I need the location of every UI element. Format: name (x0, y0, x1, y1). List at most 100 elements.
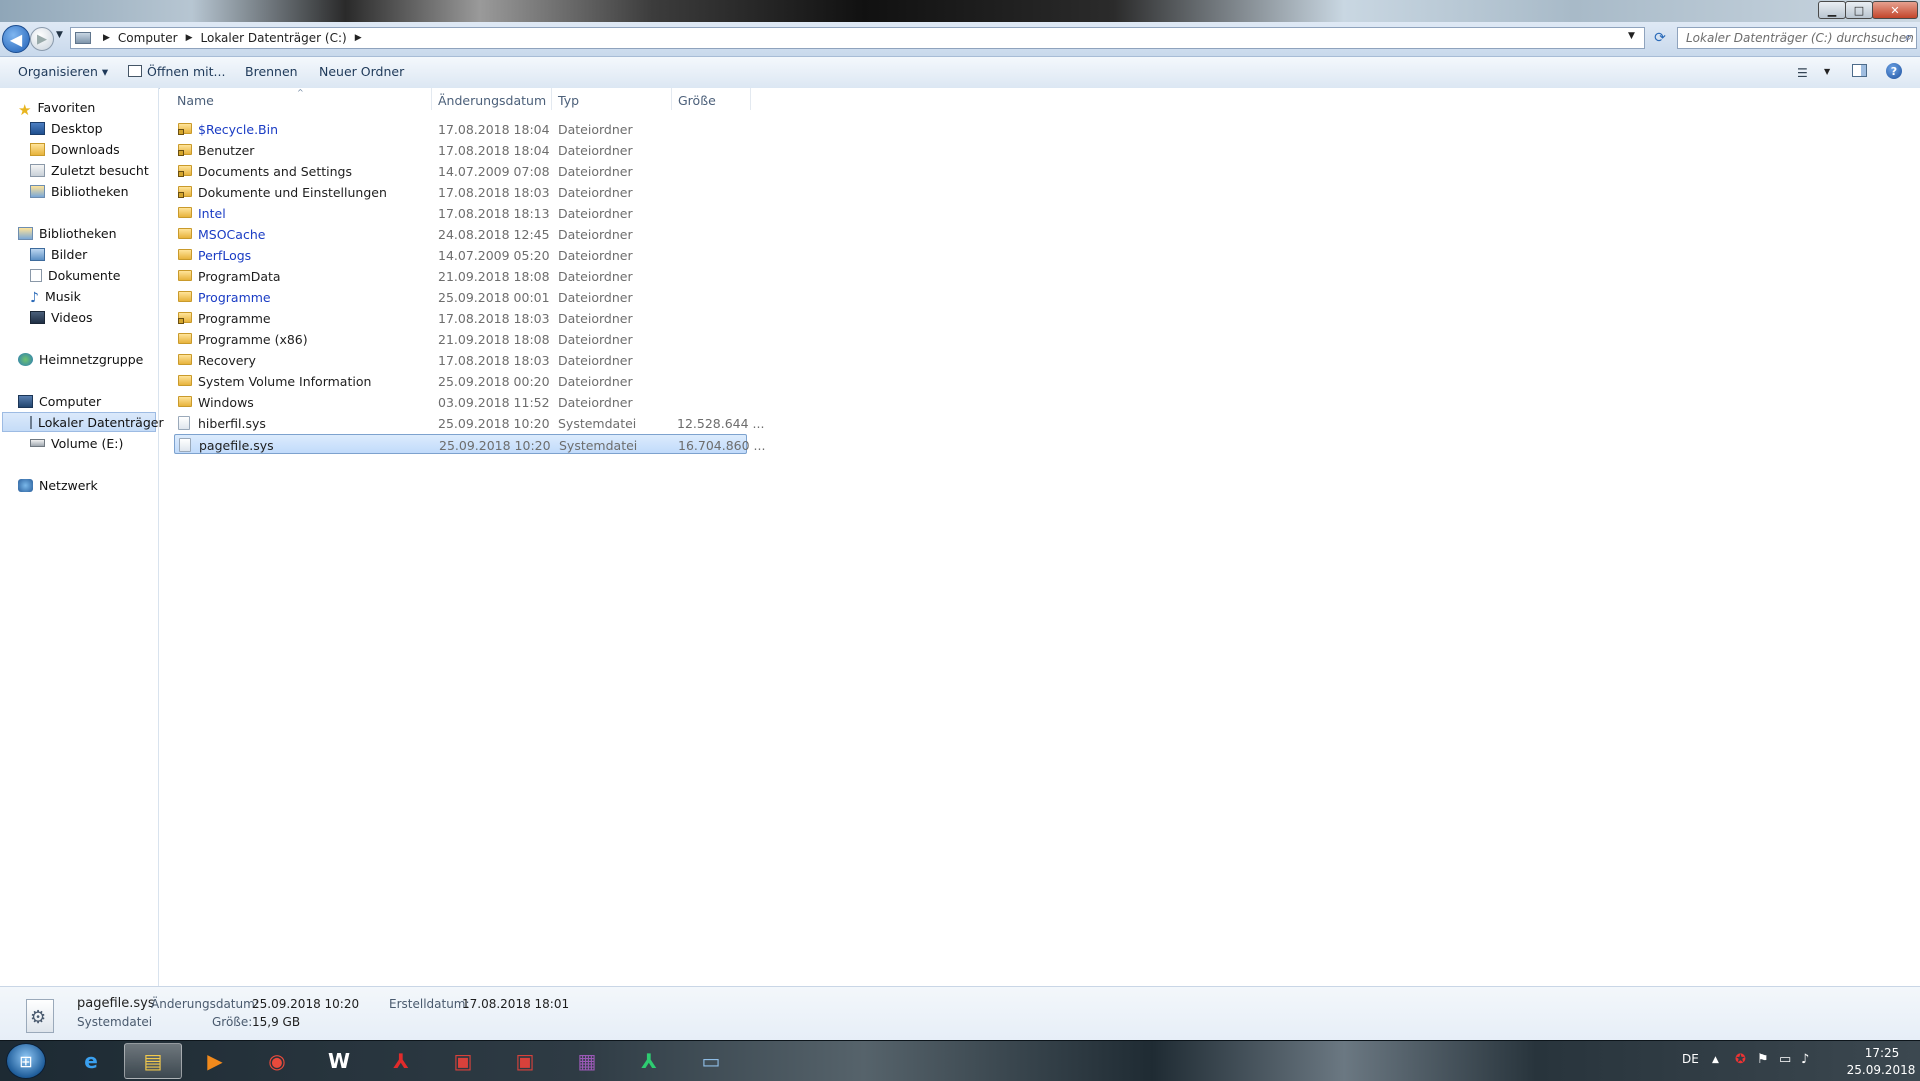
file-type: Dateiordner (558, 185, 633, 200)
taskbar-app-toolbox-2[interactable]: ▣ (496, 1043, 554, 1079)
taskbar-app-internet-explorer[interactable]: e (62, 1043, 120, 1079)
nav-recent[interactable]: Zuletzt besucht (30, 160, 149, 180)
nav-local-disk-c[interactable]: Lokaler Datenträger (2, 412, 164, 432)
clock-date[interactable]: 25.09.2018 (1846, 1063, 1916, 1077)
nav-downloads[interactable]: Downloads (30, 139, 120, 159)
file-row[interactable]: Programme 25.09.2018 00:01 Dateiordner (174, 287, 747, 307)
file-row[interactable]: ProgramData 21.09.2018 18:08 Dateiordner (174, 266, 747, 286)
breadcrumb-separator[interactable]: ▶ (355, 33, 362, 43)
file-name: Dokumente und Einstellungen (198, 185, 387, 200)
file-row[interactable]: Documents and Settings 14.07.2009 07:08 Da… (174, 161, 747, 181)
taskbar-app-media-player[interactable]: ▶ (186, 1043, 244, 1079)
view-options-dropdown[interactable]: ▼ (1824, 67, 1830, 76)
taskbar-app-chrome[interactable]: ◉ (248, 1043, 306, 1079)
details-modified-label: Änderungsdatum: (151, 997, 259, 1011)
file-row[interactable]: MSOCache 24.08.2018 12:45 Dateiordner (174, 224, 747, 244)
nav-label: Bilder (51, 246, 88, 262)
taskbar-app-toolbox-1[interactable]: ▣ (434, 1043, 492, 1079)
file-row[interactable]: Windows 03.09.2018 11:52 Dateiordner (174, 392, 747, 412)
file-row[interactable]: PerfLogs 14.07.2009 05:20 Dateiordner (174, 245, 747, 265)
open-with-button[interactable]: Öffnen mit... (128, 64, 225, 79)
nav-volume-e[interactable]: Volume (E:) (30, 433, 123, 453)
column-date[interactable]: Änderungsdatum (438, 93, 546, 108)
network-tray-icon[interactable]: ▭ (1779, 1052, 1791, 1067)
back-button[interactable]: ◀ (2, 25, 30, 53)
file-row[interactable]: System Volume Information 25.09.2018 00:2… (174, 371, 747, 391)
file-type: Dateiordner (558, 143, 633, 158)
file-date: 25.09.2018 10:20 (438, 416, 550, 431)
organize-button[interactable]: Organisieren ▾ (18, 64, 108, 79)
star-icon: ★ (18, 100, 32, 119)
file-date: 17.08.2018 18:03 (438, 311, 550, 326)
file-row[interactable]: Dokumente und Einstellungen 17.08.2018 18… (174, 182, 747, 202)
file-row[interactable]: hiberfil.sys 25.09.2018 10:20 Systemdatei 1… (174, 413, 764, 433)
computer-icon (18, 394, 33, 408)
forward-button[interactable]: ▶ (30, 27, 54, 51)
nav-network[interactable]: Netzwerk (18, 475, 98, 495)
taskbar-app-acrobat[interactable]: ⅄ (372, 1043, 430, 1079)
nav-music[interactable]: ♪ Musik (30, 286, 81, 306)
breadcrumb-local-disk[interactable]: Lokaler Datenträger (C:) (201, 31, 347, 45)
file-row[interactable]: Recovery 17.08.2018 18:03 Dateiordner (174, 350, 747, 370)
search-input[interactable]: Lokaler Datenträger (C:) durchsuchen ⌕ (1677, 27, 1917, 49)
antivirus-tray-icon[interactable]: ✪ (1735, 1052, 1746, 1067)
nav-pictures[interactable]: Bilder (30, 244, 87, 264)
file-row[interactable]: Intel 17.08.2018 18:13 Dateiordner (174, 203, 747, 223)
nav-homegroup[interactable]: Heimnetzgruppe (18, 349, 143, 369)
taskbar-app-winrar[interactable]: ▦ (558, 1043, 616, 1079)
nav-desktop[interactable]: Desktop (30, 118, 103, 138)
desktop-icon (30, 121, 45, 135)
breadcrumb-computer[interactable]: Computer (118, 31, 178, 45)
show-hidden-icons-button[interactable]: ▲ (1712, 1055, 1719, 1065)
file-type: Systemdatei (558, 416, 637, 431)
maximize-button[interactable]: □ (1845, 1, 1873, 19)
file-row[interactable]: Benutzer 17.08.2018 18:04 Dateiordner (174, 140, 747, 160)
file-row[interactable]: Programme 17.08.2018 18:03 Dateiordner (174, 308, 747, 328)
minimize-button[interactable]: ▁ (1818, 1, 1846, 19)
clock-time[interactable]: 17:25 (1852, 1046, 1912, 1060)
taskbar-app-windows-explorer[interactable]: ▤ (124, 1043, 182, 1079)
language-indicator[interactable]: DE (1682, 1052, 1699, 1066)
nav-favorites[interactable]: ★ Favoriten (18, 97, 95, 119)
recent-pages-dropdown[interactable]: ▼ (56, 30, 63, 40)
file-row[interactable]: Programme (x86) 21.09.2018 18:08 Dateiordn… (174, 329, 747, 349)
address-dropdown-button[interactable]: ▼ (1628, 31, 1635, 41)
new-folder-button[interactable]: Neuer Ordner (319, 64, 404, 79)
column-divider[interactable] (750, 88, 751, 110)
nav-fav-libraries[interactable]: Bibliotheken (30, 181, 129, 201)
start-button[interactable]: ⊞ (6, 1043, 46, 1079)
file-name: Documents and Settings (198, 164, 353, 179)
help-icon[interactable]: ? (1886, 63, 1902, 79)
column-divider[interactable] (551, 88, 552, 110)
breadcrumb-separator[interactable]: ▶ (186, 33, 193, 43)
close-button[interactable]: ✕ (1872, 1, 1918, 19)
column-name[interactable]: Name (177, 93, 214, 108)
column-divider[interactable] (431, 88, 432, 110)
column-divider[interactable] (671, 88, 672, 110)
app-icon: e (84, 1049, 98, 1073)
nav-videos[interactable]: Videos (30, 307, 93, 327)
taskbar-app-remote[interactable]: ▭ (682, 1043, 740, 1079)
address-bar[interactable]: ▶ Computer ▶ Lokaler Datenträger (C:) ▶ (70, 27, 1645, 49)
search-icon[interactable]: ⌕ (1905, 30, 1912, 45)
nav-libraries[interactable]: Bibliotheken (18, 223, 117, 243)
folder-icon (178, 270, 192, 281)
action-center-flag-icon[interactable]: ⚑ (1757, 1052, 1769, 1067)
file-row[interactable]: $Recycle.Bin 17.08.2018 18:04 Dateiordner (174, 119, 747, 139)
file-size: 12.528.644 ... (677, 416, 765, 431)
refresh-button[interactable]: ⟳ (1648, 27, 1672, 49)
nav-computer[interactable]: Computer (18, 391, 101, 411)
file-row[interactable]: pagefile.sys 25.09.2018 10:20 Systemdatei 1… (174, 434, 765, 454)
nav-documents[interactable]: Dokumente (30, 265, 120, 285)
file-name: ProgramData (198, 269, 281, 284)
column-type[interactable]: Typ (558, 93, 579, 108)
taskbar-app-word[interactable]: W (310, 1043, 368, 1079)
breadcrumb-separator[interactable]: ▶ (103, 33, 110, 43)
preview-pane-icon[interactable] (1852, 64, 1867, 77)
file-type: Dateiordner (558, 248, 633, 263)
taskbar-app-tool-green[interactable]: ⅄ (620, 1043, 678, 1079)
volume-icon[interactable]: ♪ (1801, 1052, 1809, 1067)
burn-button[interactable]: Brennen (245, 64, 298, 79)
change-view-icon[interactable]: ☰ (1797, 66, 1808, 80)
column-size[interactable]: Größe (678, 93, 716, 108)
